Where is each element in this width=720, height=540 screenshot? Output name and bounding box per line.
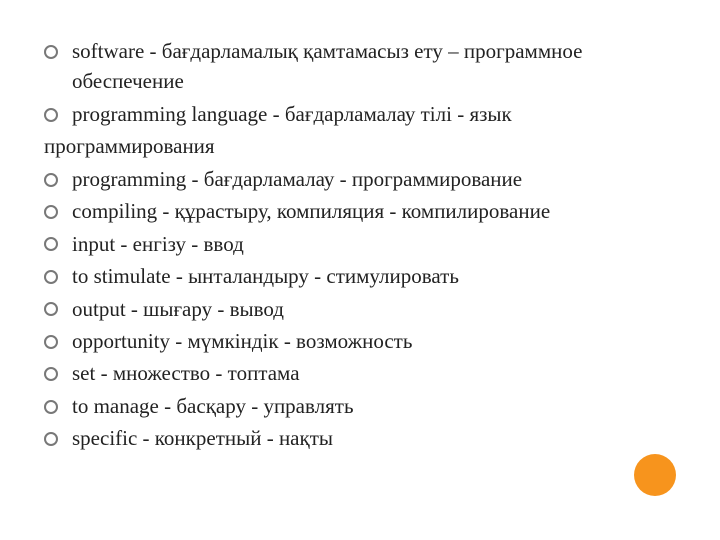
list-item: specific - конкретный - нақты <box>44 423 676 453</box>
list-item: programming - бағдарламалау - программир… <box>44 164 676 194</box>
list-item-text: specific - конкретный - нақты <box>72 423 676 453</box>
list-item-continuation: программирования <box>44 131 676 161</box>
list-item: software - бағдарламалық қамтамасыз ету … <box>44 36 676 97</box>
list-item-text: software - бағдарламалық қамтамасыз ету … <box>72 36 676 97</box>
list-item: set - множество - топтама <box>44 358 676 388</box>
list-item-text: opportunity - мүмкіндік - возможность <box>72 326 676 356</box>
slide: software - бағдарламалық қамтамасыз ету … <box>0 0 720 540</box>
list-item-text: input - енгізу - ввод <box>72 229 676 259</box>
list-item-text: programming - бағдарламалау - программир… <box>72 164 676 194</box>
list-item: to stimulate - ынталандыру - стимулирова… <box>44 261 676 291</box>
list-item: output - шығару - вывод <box>44 294 676 324</box>
list-item: opportunity - мүмкіндік - возможность <box>44 326 676 356</box>
list-item: to manage - басқару - управлять <box>44 391 676 421</box>
list-item-text: compiling - құрастыру, компиляция - комп… <box>72 196 676 226</box>
list-item-text: programming language - бағдарламалау тіл… <box>72 99 676 129</box>
list-item-text: set - множество - топтама <box>72 358 676 388</box>
glossary-list: software - бағдарламалық қамтамасыз ету … <box>44 36 676 454</box>
accent-dot-icon <box>634 454 676 496</box>
list-item-text: to stimulate - ынталандыру - стимулирова… <box>72 261 676 291</box>
list-item-text: output - шығару - вывод <box>72 294 676 324</box>
list-item: programming language - бағдарламалау тіл… <box>44 99 676 129</box>
list-item: compiling - құрастыру, компиляция - комп… <box>44 196 676 226</box>
list-item-text: to manage - басқару - управлять <box>72 391 676 421</box>
list-item: input - енгізу - ввод <box>44 229 676 259</box>
